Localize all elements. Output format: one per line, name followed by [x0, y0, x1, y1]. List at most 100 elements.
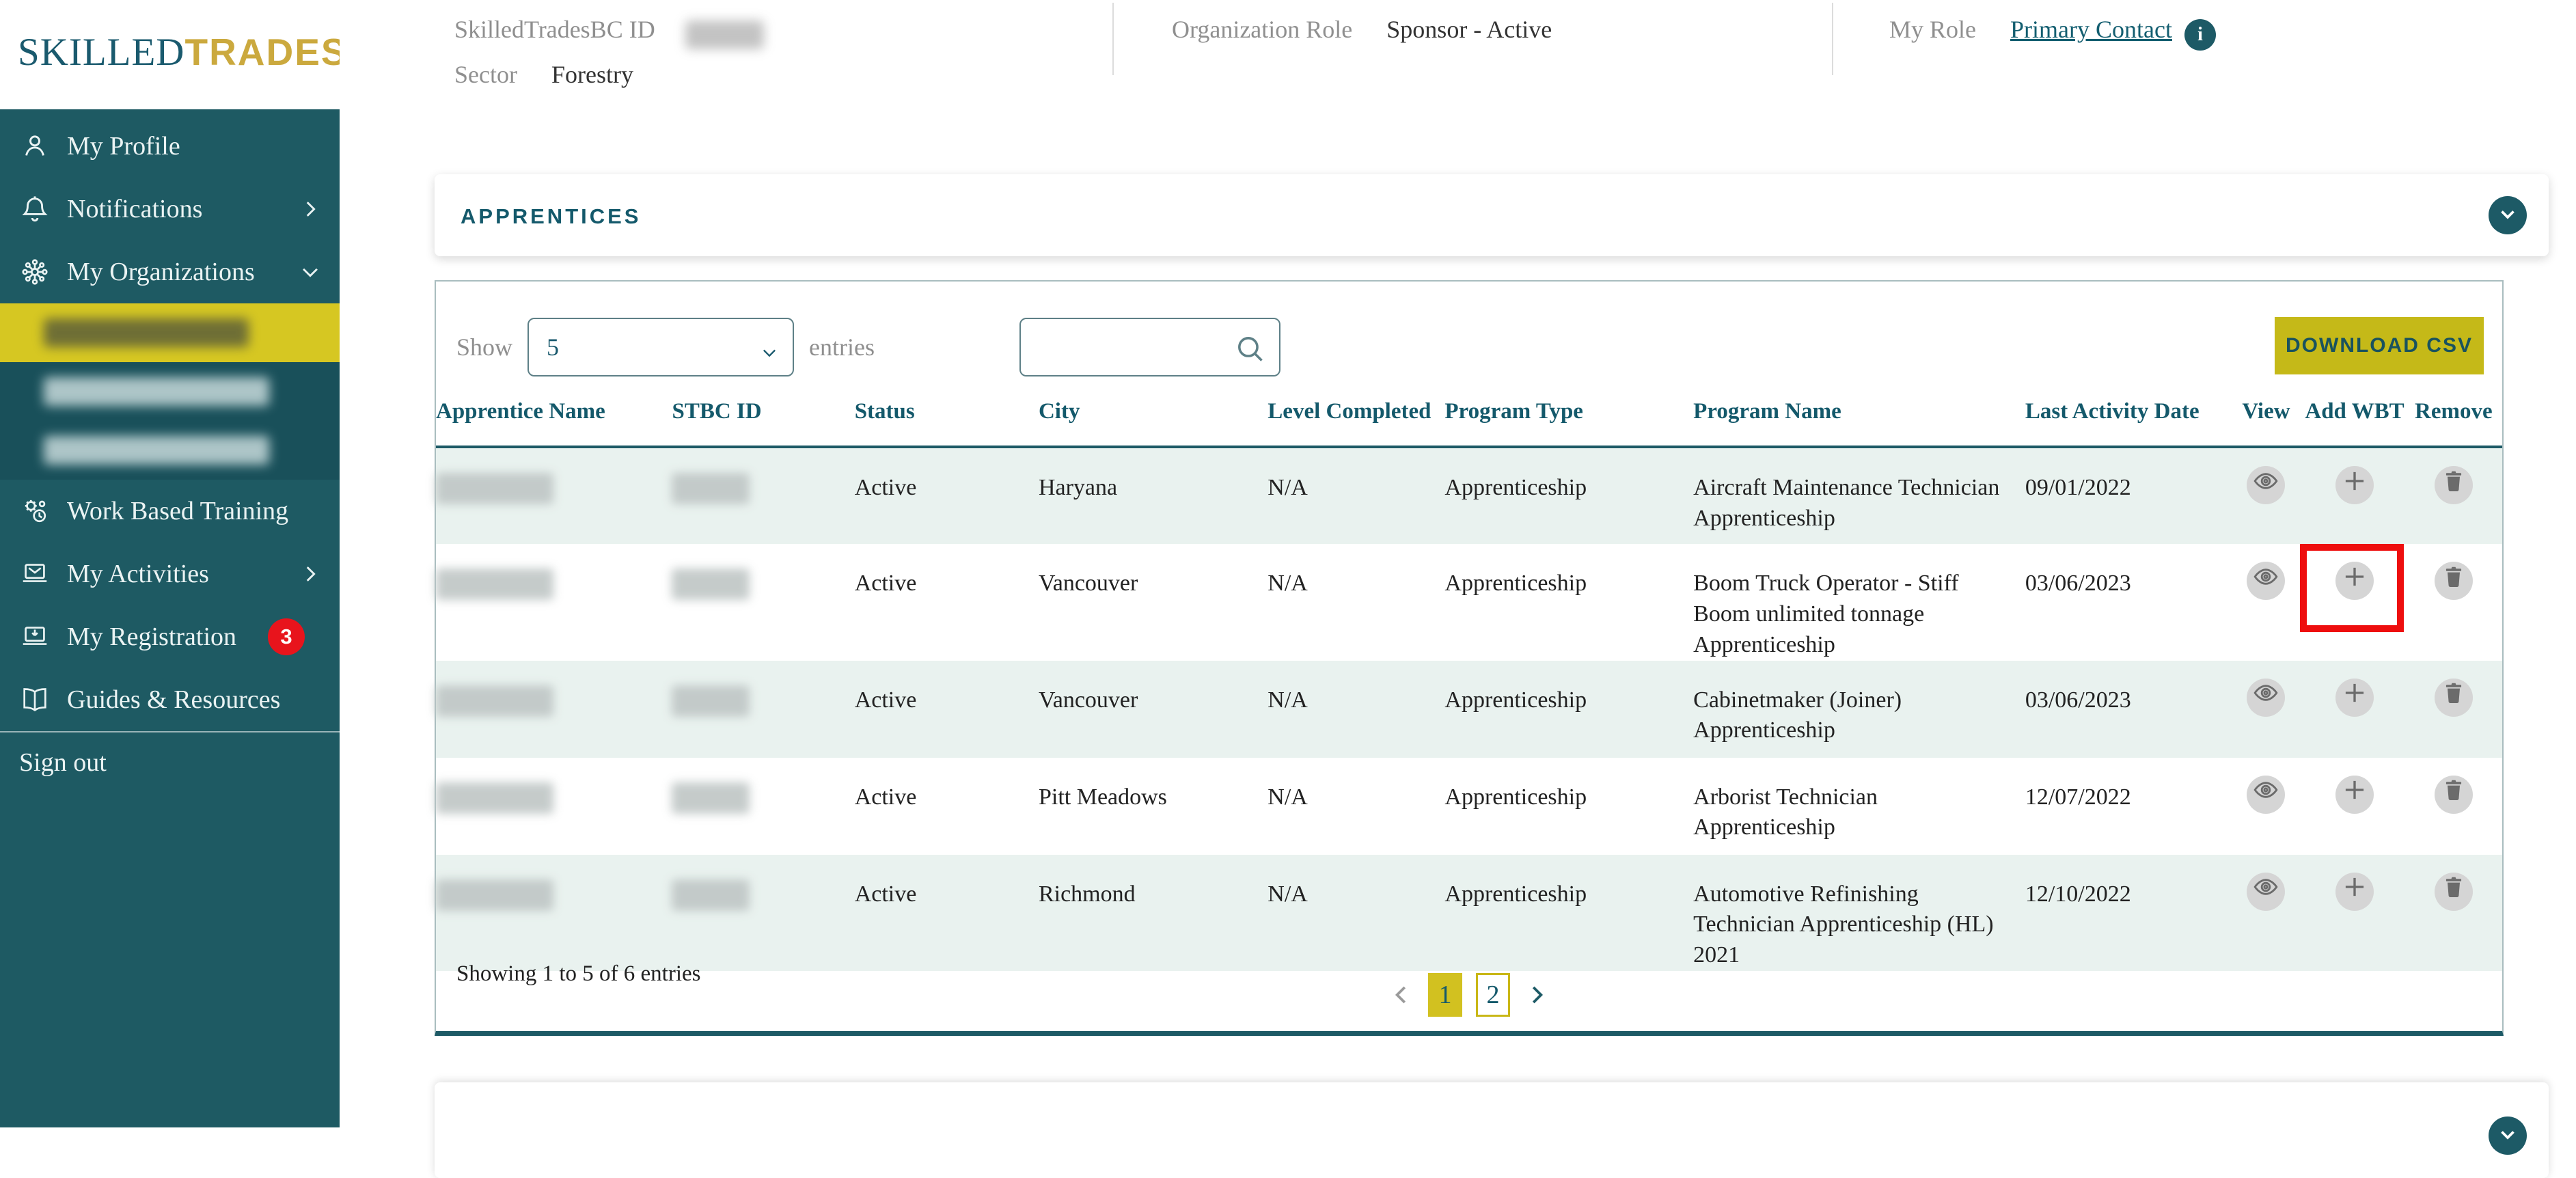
- org-role-label: Organization Role: [1172, 16, 1353, 43]
- my-role-label: My Role: [1889, 16, 1977, 43]
- add-wbt-cell: [2300, 543, 2404, 661]
- search-input[interactable]: [1019, 318, 1280, 376]
- chevron-down-icon: [299, 260, 322, 284]
- status-cell: Active: [854, 784, 917, 810]
- redacted-organization-name: [44, 436, 269, 465]
- redacted-apprentice-name: [436, 879, 553, 911]
- remove-cell: [2405, 855, 2502, 972]
- sidebar-item-my-organizations[interactable]: My Organizations: [0, 241, 340, 303]
- activities-icon: [19, 558, 51, 590]
- add-wbt-button[interactable]: [2335, 678, 2374, 717]
- last-activity-date-cell: 12/10/2022: [2025, 881, 2131, 907]
- trash-icon: [2441, 680, 2467, 715]
- collapse-panel-button[interactable]: [2489, 1117, 2527, 1155]
- status-cell: Active: [854, 570, 917, 596]
- remove-button[interactable]: [2434, 465, 2473, 504]
- program-name-cell: Arborist Technician Apprenticeship: [1693, 784, 1878, 840]
- next-page-icon[interactable]: [1524, 982, 1550, 1008]
- column-header: View: [2228, 381, 2305, 448]
- remove-cell: [2405, 544, 2502, 661]
- add-wbt-cell: [2304, 661, 2404, 758]
- page-size-select[interactable]: 5: [527, 318, 795, 376]
- column-header: Remove: [2404, 381, 2502, 448]
- redacted-apprentice-name: [436, 568, 553, 600]
- eye-icon: [2252, 873, 2279, 909]
- guides-icon: [19, 684, 51, 715]
- level-completed-cell: N/A: [1268, 784, 1308, 810]
- stbc-id-cell: [672, 447, 854, 544]
- work-based-training-icon: [19, 495, 51, 527]
- header-divider: [1112, 3, 1114, 75]
- stbc-id-label: SkilledTradesBC ID: [454, 16, 655, 43]
- sidebar-item-my-registration[interactable]: My Registration 3: [0, 605, 340, 668]
- org-role-value: Sponsor - Active: [1386, 16, 1552, 43]
- info-icon[interactable]: i: [2184, 19, 2216, 51]
- plus-icon: [2340, 776, 2369, 813]
- chevron-down-icon: [2496, 1123, 2519, 1149]
- organization-item[interactable]: [0, 362, 340, 421]
- level-completed-cell: N/A: [1268, 570, 1308, 596]
- last-activity-date-cell: 03/06/2023: [2025, 687, 2131, 713]
- redacted-organization-name: [44, 318, 249, 347]
- remove-cell: [2405, 661, 2502, 758]
- collapse-panel-button[interactable]: [2489, 196, 2527, 234]
- view-cell: [2228, 661, 2305, 758]
- page-button-2[interactable]: 2: [1476, 973, 1510, 1017]
- column-header: STBC ID: [672, 381, 855, 448]
- apprentices-table: Apprentice Name STBC ID Status City Level Co…: [436, 381, 2502, 972]
- view-button[interactable]: [2247, 775, 2286, 814]
- redacted-apprentice-name: [436, 782, 553, 814]
- table-row: Active Vancouver N/A Apprenticeship Cabinetm…: [436, 660, 2502, 758]
- add-wbt-button[interactable]: [2335, 561, 2374, 600]
- remove-button[interactable]: [2434, 872, 2473, 911]
- redacted-stbc-id: [672, 782, 750, 814]
- plus-icon: [2340, 679, 2369, 716]
- organization-item[interactable]: [0, 421, 340, 480]
- program-name-cell: Aircraft Maintenance Technician Apprenti…: [1693, 474, 2000, 531]
- program-name-cell: Boom Truck Operator - Stiff Boom unlimit…: [1693, 570, 1959, 657]
- add-wbt-cell: [2304, 855, 2404, 972]
- sidebar-item-notifications[interactable]: Notifications: [0, 178, 340, 241]
- stbc-id-cell: [672, 855, 854, 972]
- last-activity-date-cell: 12/07/2022: [2025, 784, 2131, 810]
- next-panel-header: [435, 1082, 2549, 1178]
- apprentice-name-cell: [436, 758, 672, 855]
- view-button[interactable]: [2247, 678, 2286, 717]
- show-label: Show: [456, 333, 513, 361]
- sidebar-item-my-activities[interactable]: My Activities: [0, 543, 340, 605]
- redacted-stbc-id: [672, 879, 750, 911]
- redacted-stbc-id-value: [685, 20, 764, 50]
- view-button[interactable]: [2247, 465, 2286, 504]
- apprentice-table-body: Active Haryana N/A Apprenticeship Aircraft M…: [436, 446, 2502, 972]
- remove-button[interactable]: [2434, 775, 2473, 814]
- city-cell: Vancouver: [1038, 687, 1138, 713]
- column-header: Apprentice Name: [436, 381, 672, 448]
- view-cell: [2228, 447, 2305, 544]
- add-wbt-cell: [2304, 758, 2404, 855]
- add-wbt-button[interactable]: [2335, 775, 2374, 814]
- logo-trades: TRADES: [184, 31, 348, 73]
- program-type-cell: Apprenticeship: [1444, 784, 1587, 810]
- sidebar-item-guides-resources[interactable]: Guides & Resources: [0, 668, 340, 731]
- page-button-1[interactable]: 1: [1428, 973, 1462, 1017]
- view-button[interactable]: [2247, 872, 2286, 911]
- sector-label: Sector: [454, 61, 517, 88]
- sidebar-item-my-profile[interactable]: My Profile: [0, 115, 340, 178]
- previous-page-icon[interactable]: [1388, 982, 1414, 1008]
- view-button[interactable]: [2247, 561, 2286, 600]
- program-type-cell: Apprenticeship: [1444, 687, 1587, 713]
- remove-button[interactable]: [2434, 678, 2473, 717]
- add-wbt-button[interactable]: [2335, 465, 2374, 504]
- primary-contact-link[interactable]: Primary Contact: [2010, 16, 2172, 43]
- download-csv-button[interactable]: DOWNLOAD CSV: [2275, 317, 2484, 374]
- organization-item-active[interactable]: [0, 303, 340, 362]
- remove-button[interactable]: [2434, 561, 2473, 600]
- sector-value: Forestry: [551, 61, 633, 88]
- sidebar-item-work-based-training[interactable]: Work Based Training: [0, 480, 340, 543]
- sign-out-button[interactable]: Sign out: [0, 731, 340, 793]
- apprentice-name-cell: [436, 855, 672, 972]
- trash-icon: [2441, 564, 2467, 599]
- page-header: SkilledTradesBC ID Sector Forestry Organ…: [340, 0, 2576, 109]
- add-wbt-button[interactable]: [2335, 872, 2374, 911]
- apprentice-name-cell: [436, 447, 672, 544]
